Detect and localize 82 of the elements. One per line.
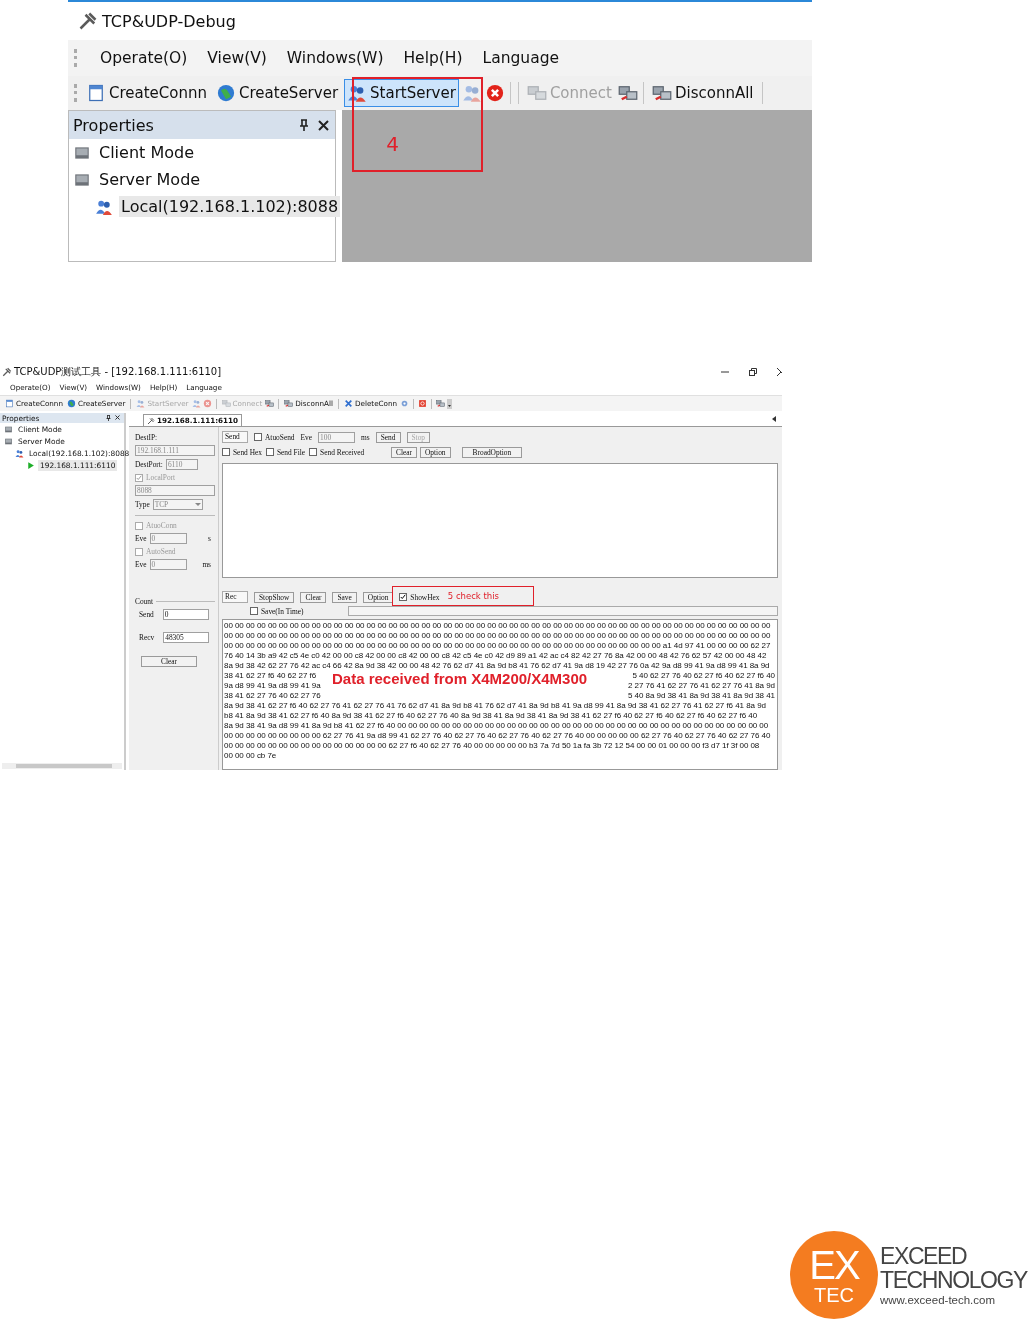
computers-icon bbox=[265, 399, 275, 408]
computers-icon bbox=[221, 399, 231, 408]
hex-data-line: 00 00 00 00 00 00 00 00 00 00 00 00 00 00 00 62 27 f6 40 62 27 76 40 00 00 00 00 00 b3 7a 7d 50 1a fa 3b 72 12 54 00 00 01 00 00 00 f3 d7 1f 3f 00 08 bbox=[224, 741, 760, 750]
toolbar-button[interactable]: CreateServer bbox=[213, 79, 342, 107]
cross-icon bbox=[343, 399, 353, 408]
hex-data-line: 00 00 00 00 00 00 00 00 00 00 00 00 00 00 00 00 00 00 00 00 00 00 00 00 00 00 00 00 00 00 00 00 00 00 00 00 00 00 00 00 00 00 00 00 00 00 00 00 00 00 bbox=[224, 621, 771, 630]
document-icon bbox=[86, 83, 106, 103]
hex-data-line: 8a 9d 38 41 9a d8 99 41 8a 9d b8 41 62 27 f6 40 00 00 00 00 00 00 00 00 00 00 00 00 00 00 00 00 00 00 00 00 00 00 00 00 00 00 00 00 00 00 00 00 00 00 bbox=[224, 721, 769, 730]
hex-data-line: 00 00 00 cb 7e bbox=[224, 751, 277, 760]
overflow-icon[interactable] bbox=[447, 398, 453, 409]
hex-data-line: 9a d8 99 41 9a d8 99 41 9a bbox=[224, 681, 321, 691]
send-text-area[interactable] bbox=[222, 463, 778, 578]
window-title: TCP&UDP-Debug bbox=[102, 11, 236, 31]
hex-data-line: 00 00 00 00 00 00 00 00 00 00 00 00 00 00 00 00 00 00 00 00 00 00 00 00 00 00 00 00 00 00 00 00 00 00 00 00 00 00 00 00 a1 4d 97 41 00 00 00 00 62 27 bbox=[224, 641, 771, 650]
toolbar-button[interactable]: StartServer bbox=[344, 79, 459, 107]
checkbox[interactable] bbox=[222, 448, 230, 456]
hex-data-line: b8 41 8a 9d 38 41 62 27 f6 40 8a 9d 38 41 62 27 f6 40 62 27 76 40 8a 9d 38 41 8a 9d 38 41 8a 9d 38 41 62 27 f6 40 62 27 f6 40 62 27 f6 40 62 27 f6 40 bbox=[224, 711, 758, 720]
callout-label: 4 bbox=[386, 132, 399, 156]
toolbar-button[interactable]: CreateConnn bbox=[83, 79, 210, 107]
tree-item[interactable]: Client Mode bbox=[97, 142, 196, 163]
computers-icon bbox=[526, 83, 547, 103]
hex-data-line: 38 41 62 27 76 40 62 27 76 bbox=[224, 691, 321, 701]
file-path-field[interactable] bbox=[347, 606, 778, 616]
close-circle-icon bbox=[484, 83, 505, 103]
tool-icon bbox=[78, 11, 98, 31]
checkbox[interactable] bbox=[265, 448, 274, 456]
tool-icon bbox=[147, 416, 155, 425]
dropdown-arrow-icon[interactable] bbox=[194, 502, 201, 507]
checkbox[interactable] bbox=[399, 593, 408, 601]
computers-icon bbox=[651, 83, 672, 103]
tree-item[interactable]: Local(192.168.1.102):8088 bbox=[119, 196, 341, 217]
menu-item[interactable]: View(V) bbox=[207, 49, 267, 67]
people-icon bbox=[136, 399, 146, 408]
hex-data-line: 00 00 00 00 00 00 00 00 00 00 00 00 00 00 00 00 00 00 00 00 00 00 00 00 00 00 00 00 00 00 00 00 00 00 00 00 00 00 00 00 00 00 00 00 00 00 00 00 00 00 bbox=[224, 631, 771, 640]
pin-icon[interactable] bbox=[106, 415, 111, 421]
window-title: TCP&UDP测试工具 - [192.168.1.111:6110] bbox=[14, 365, 222, 379]
checkbox[interactable] bbox=[309, 448, 318, 456]
people-icon bbox=[191, 399, 201, 408]
pin-icon[interactable] bbox=[299, 119, 309, 131]
logo-text: TECHNOLOGY bbox=[880, 1268, 1029, 1292]
callout-label: 5 check this bbox=[447, 591, 499, 601]
people-icon bbox=[461, 83, 482, 103]
globe-icon bbox=[66, 399, 76, 408]
close-icon[interactable] bbox=[115, 415, 120, 420]
restore-icon[interactable] bbox=[749, 367, 757, 376]
menu-item[interactable]: Language bbox=[482, 49, 560, 67]
close-circle-icon bbox=[202, 399, 212, 408]
hex-data-line: 76 40 14 3b a9 42 c5 4e c0 42 00 00 c8 42 00 00 c8 42 00 00 c8 42 c5 4e c0 42 d9 89 a1 42 ac c4 82 42 27 76 8a 42 00 00 48 42 76 62 57 42 00 00 48 42 bbox=[224, 651, 767, 660]
computers-icon bbox=[284, 399, 294, 408]
hex-data-line: 8a 9d 38 41 62 27 f6 40 62 27 76 41 62 27 76 41 76 62 d7 41 8a 9d b8 41 76 62 d7 41 8a 9d b8 41 9a d8 99 41 8a 9d 38 41 62 27 76 41 62 27 f6 41 8a 9d bbox=[224, 701, 766, 710]
logo-url: www.exceed-tech.com bbox=[880, 1294, 997, 1306]
menu-item[interactable]: Help(H) bbox=[403, 49, 463, 67]
checkbox[interactable] bbox=[254, 433, 262, 441]
square-icon bbox=[418, 399, 428, 408]
scroll-left-icon[interactable] bbox=[772, 416, 776, 422]
hex-data-line: 2 27 76 41 62 27 76 41 62 27 76 41 8a 9d bbox=[627, 681, 775, 691]
logo-letters: EX bbox=[809, 1245, 859, 1285]
menu-item[interactable]: Windows(W) bbox=[286, 49, 384, 67]
receive-text-area[interactable] bbox=[222, 619, 778, 770]
computers-icon bbox=[617, 83, 638, 103]
document-icon bbox=[5, 399, 14, 408]
people-icon bbox=[347, 83, 368, 103]
tree-item[interactable]: Server Mode bbox=[97, 169, 203, 190]
hex-data-line: 5 40 62 27 76 40 62 27 f6 40 62 27 f6 40 bbox=[632, 671, 775, 681]
scrollbar[interactable] bbox=[2, 763, 122, 769]
hex-data-line: 8a 9d 38 42 62 27 76 42 ac c4 66 42 8a 9d 38 42 00 00 48 42 76 62 d7 41 8a 9d b8 41 76 62 d7 41 9a d8 19 42 27 76 0a 42 9a d8 99 41 9a d8 99 41 8a 9d bbox=[224, 661, 770, 670]
hex-data-line: 38 41 62 27 f6 40 62 27 f6 bbox=[224, 671, 317, 681]
globe-icon bbox=[216, 83, 236, 103]
computers-icon bbox=[436, 399, 446, 408]
logo-letters: TEC bbox=[814, 1285, 854, 1305]
toolbar-button[interactable]: DisconnAll bbox=[648, 79, 757, 107]
hex-data-line: 00 00 00 00 00 00 00 00 00 62 27 76 41 9a d8 99 41 62 27 76 40 62 27 76 40 62 27 76 40 62 27 76 40 00 00 00 00 00 62 27 76 40 62 27 76 40 62 27 76 40 bbox=[224, 731, 771, 740]
play-icon bbox=[26, 460, 35, 470]
hex-data-line: 5 40 8a 9d 38 41 8a 9d 38 41 8a 9d 38 41 bbox=[627, 691, 775, 701]
checkbox[interactable] bbox=[250, 607, 258, 615]
logo-text: EXCEED bbox=[880, 1244, 968, 1268]
panel-title: Properties bbox=[73, 115, 154, 135]
people-icon bbox=[15, 448, 24, 458]
menu-item[interactable]: Operate(O) bbox=[100, 49, 188, 67]
close-icon[interactable] bbox=[777, 367, 782, 376]
tool-icon bbox=[2, 366, 12, 377]
close-icon[interactable] bbox=[318, 119, 329, 131]
